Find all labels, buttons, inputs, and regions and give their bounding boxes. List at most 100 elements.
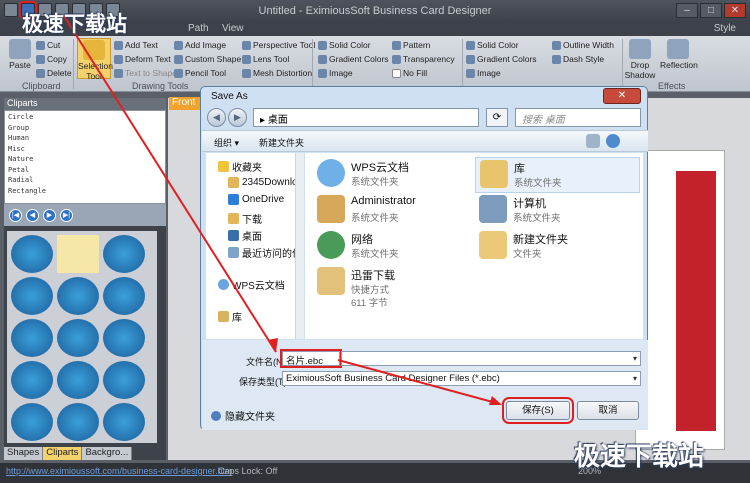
clipart-item[interactable] [103,403,145,441]
clipart-item[interactable] [57,403,99,441]
search-input[interactable]: 搜索 桌面 [515,108,641,127]
filename-field[interactable]: 名片.ebc [280,349,342,368]
deform-text-button[interactable]: Deform Text [114,54,171,64]
website-link[interactable]: http://www.eximioussoft.com/business-car… [6,466,233,476]
new-folder-button[interactable]: 新建文件夹 [259,136,304,149]
list-item[interactable]: Radial [8,176,162,187]
list-item[interactable]: Circle [8,113,162,124]
back-icon[interactable]: ◀ [207,108,226,127]
line-image-button[interactable]: Image [466,68,501,78]
tab-cliparts[interactable]: Cliparts [43,447,83,460]
tab-backgrounds[interactable]: Backgro... [82,447,133,460]
perspective-tool-button[interactable]: Perspective Tool [242,40,315,50]
add-image-button[interactable]: Add Image [174,40,226,50]
filetype-select[interactable]: EximiousSoft Business Card Designer File… [282,371,641,386]
fill-gradient-button[interactable]: Gradient Colors [318,54,389,64]
drop-shadow-button[interactable]: Drop Shadow [624,38,656,80]
forward-icon[interactable]: ▶ [228,108,247,127]
tab-front[interactable]: Front [169,97,201,110]
list-item[interactable]: Group [8,124,162,135]
lens-tool-button[interactable]: Lens Tool [242,54,289,64]
list-item[interactable]: 新建文件夹 文件夹 [475,229,640,265]
nav-item-wps-cloud[interactable]: WPS云文档 [218,277,285,292]
transparency-button[interactable]: Transparency [392,54,455,64]
list-item[interactable]: Rectangle [8,187,162,198]
clipart-item[interactable] [103,235,145,273]
refresh-icon[interactable]: ⟳ [486,108,508,127]
no-fill-button[interactable]: No Fill [392,68,427,78]
nav-item-favorites[interactable]: 收藏夹 [218,159,262,174]
outline-width-button[interactable]: Outline Width [552,40,614,50]
copy-button[interactable]: Copy [36,54,67,64]
business-card-preview[interactable] [635,150,725,450]
nav-item-desktop[interactable]: 桌面 [228,228,262,243]
clipart-item[interactable] [103,319,145,357]
cut-button[interactable]: Cut [36,40,60,50]
maximize-button[interactable]: □ [700,3,722,18]
delete-button[interactable]: Delete [36,68,72,78]
tab-shapes[interactable]: Shapes [4,447,44,460]
clipart-item[interactable] [11,277,53,315]
nav-scrollbar[interactable] [295,153,304,339]
clipart-item[interactable] [11,235,53,273]
filename-dropdown[interactable]: ▾ [341,351,641,366]
nav-item-onedrive[interactable]: OneDrive [228,194,284,205]
list-item[interactable]: Misc [8,145,162,156]
dash-style-button[interactable]: Dash Style [552,54,604,64]
address-bar-row: ◀ ▶ ▸ 桌面 ⟳ 搜索 桌面 [207,107,641,128]
list-item[interactable]: Petal [8,166,162,177]
paste-button[interactable]: Paste [6,38,34,79]
clipart-item[interactable] [11,403,53,441]
fill-solid-color-button[interactable]: Solid Color [318,40,371,50]
next-page-icon[interactable]: ▶ [43,208,56,222]
selection-tool-button[interactable]: Selection Tool [77,38,113,81]
clipart-item[interactable] [57,319,99,357]
tab-path[interactable]: Path [188,23,209,34]
fill-image-button[interactable]: Image [318,68,353,78]
prev-page-icon[interactable]: ◀ [26,208,39,222]
clipart-item[interactable] [103,361,145,399]
tab-view[interactable]: View [222,23,244,34]
custom-shape-button[interactable]: Custom Shape [174,54,241,64]
list-item[interactable]: Administrator 系统文件夹 [313,193,478,229]
minimize-button[interactable]: – [676,3,698,18]
list-item[interactable]: Human [8,134,162,145]
clipart-item[interactable] [11,361,53,399]
clipart-item[interactable] [57,277,99,315]
nav-item-2345downloads[interactable]: 2345Downlo [228,177,298,188]
download-folder-icon [228,213,239,224]
nav-item-recent[interactable]: 最近访问的位 [228,245,302,260]
list-item[interactable]: 库 系统文件夹 [475,157,640,193]
nav-item-downloads[interactable]: 下载 [228,211,262,226]
list-item[interactable]: Nature [8,155,162,166]
text-to-shape-button[interactable]: Text to Shape [114,68,177,78]
hide-folders-toggle[interactable]: 隐藏文件夹 [211,408,275,423]
pattern-button[interactable]: Pattern [392,40,430,50]
address-bar[interactable]: ▸ 桌面 [253,108,479,127]
list-item[interactable]: 计算机 系统文件夹 [475,193,640,229]
list-item[interactable]: 网络 系统文件夹 [313,229,478,265]
first-page-icon[interactable]: |◀ [9,208,22,222]
last-page-icon[interactable]: ▶| [60,208,73,222]
list-item[interactable]: WPS云文档 系统文件夹 [313,157,478,193]
cancel-button[interactable]: 取消 [577,401,639,420]
dialog-close-button[interactable]: ✕ [603,88,641,104]
line-gradient-button[interactable]: Gradient Colors [466,54,537,64]
organize-menu[interactable]: 组织 ▾ [214,136,239,149]
clipart-item[interactable] [57,361,99,399]
close-button[interactable]: ✕ [724,3,746,18]
save-button[interactable]: 保存(S) [502,397,574,424]
clipart-item[interactable] [11,319,53,357]
list-item[interactable]: 迅雷下载 快捷方式 611 字节 [313,265,478,315]
clipart-item[interactable] [103,277,145,315]
pencil-tool-button[interactable]: Pencil Tool [174,68,226,78]
style-menu[interactable]: Style [714,23,736,34]
mesh-distortion-button[interactable]: Mesh Distortion [242,68,312,78]
view-icon[interactable] [586,134,600,148]
reflection-button[interactable]: Reflection [660,38,698,79]
clipart-item[interactable] [57,235,99,273]
line-solid-color-button[interactable]: Solid Color [466,40,519,50]
help-icon[interactable] [606,134,620,148]
add-text-button[interactable]: Add Text [114,40,158,50]
nav-item-libraries[interactable]: 库 [218,309,242,324]
